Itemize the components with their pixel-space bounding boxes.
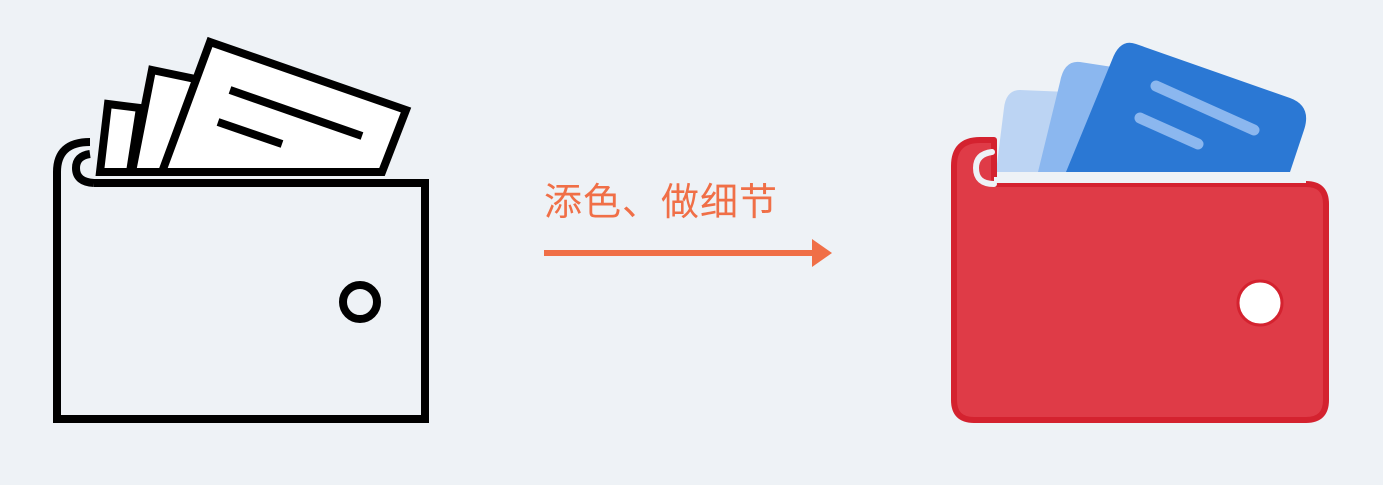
- diagram-svg: [53, 36, 1329, 423]
- wallet-colored-icon: [951, 42, 1329, 423]
- wallet-colored-front-card: [1066, 42, 1307, 172]
- wallet-outline-icon: [53, 36, 429, 423]
- wallet-colored-clasp: [1236, 279, 1284, 327]
- arrow-right-icon: [544, 239, 832, 267]
- wallet-outline-body: [53, 138, 429, 423]
- wallet-outline-front-card: [156, 36, 412, 176]
- transition-caption: 添色、做细节: [544, 180, 779, 224]
- diagram-canvas: 添色、做细节: [0, 0, 1383, 485]
